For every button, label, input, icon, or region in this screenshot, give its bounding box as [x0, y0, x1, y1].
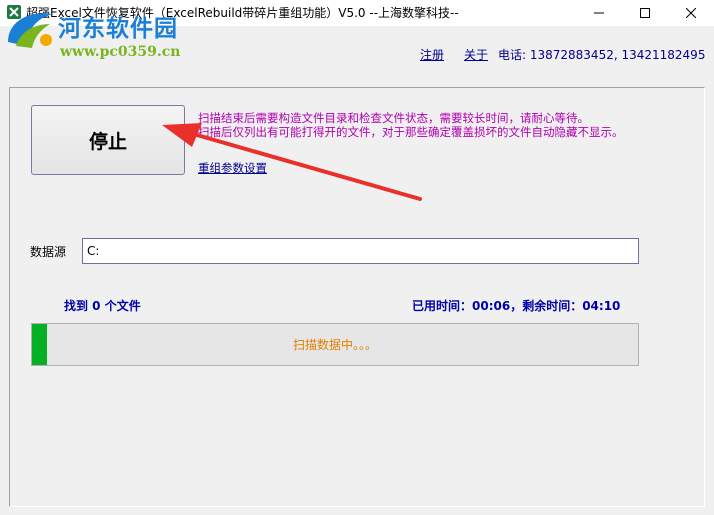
data-source-input[interactable]	[82, 238, 639, 264]
maximize-icon	[640, 8, 650, 18]
phone-text: 电话: 13872883452, 13421182495	[498, 48, 706, 62]
info-text-line-2: 扫描后仅列出有可能打得开的文件，对于那些确定覆盖损坏的文件自动隐藏不显示。	[198, 125, 624, 139]
minimize-icon	[594, 12, 604, 14]
progress-label: 扫描数据中。。。	[292, 338, 377, 352]
watermark-logo-icon	[8, 13, 52, 48]
regroup-settings-link[interactable]: 重组参数设置	[198, 160, 267, 176]
scan-progress-bar: 扫描数据中。。。	[31, 323, 639, 366]
watermark-url: www.pc0359.cn	[60, 44, 181, 60]
time-status: 已用时间：00:06，剩余时间：04:10	[412, 299, 621, 313]
data-source-label: 数据源	[30, 245, 67, 259]
files-found-status: 找到 0 个文件	[64, 299, 141, 313]
about-link[interactable]: 关于	[464, 46, 488, 63]
close-icon	[686, 8, 696, 18]
watermark-title: 河东软件园	[58, 15, 178, 42]
register-link[interactable]: 注册	[420, 46, 444, 63]
maximize-button[interactable]	[622, 0, 668, 26]
close-button[interactable]	[668, 0, 714, 26]
stop-button[interactable]: 停止	[31, 105, 185, 175]
minimize-button[interactable]	[576, 0, 622, 26]
